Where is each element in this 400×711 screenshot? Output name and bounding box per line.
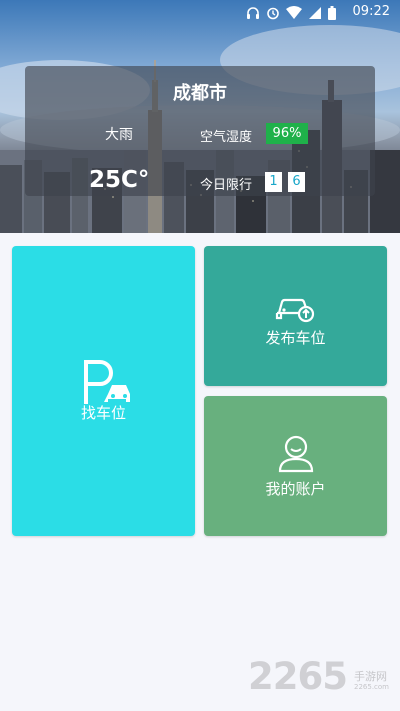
weather-condition: 大雨 [105,127,133,143]
find-parking-label: 找车位 [80,404,126,422]
city-name: 成都市 [173,83,227,104]
weather-card: 成都市 大雨 25C° 空气湿度 96% 今日限行 1 6 [25,66,375,196]
humidity-label: 空气湿度 [200,130,253,145]
watermark-number: 2265 [248,655,348,698]
city-header: 09:22 成都市 大雨 25C° 空气湿度 96% 今日限行 1 6 [0,0,400,233]
parking-car-icon [84,360,130,404]
signal-icon [309,7,321,19]
humidity-badge: 96% [266,123,308,144]
find-parking-tile[interactable]: 找车位 [12,246,195,536]
status-time: 09:22 [352,4,390,19]
headset-icon [247,7,259,19]
watermark-name: 手游网 [354,670,387,683]
battery-icon [328,6,336,20]
watermark-domain: 2265.com [354,683,389,691]
wifi-icon [286,6,302,19]
car-upload-icon [275,298,315,323]
publish-parking-tile[interactable]: 发布车位 [204,246,387,386]
alarm-icon [267,7,279,20]
my-account-label: 我的账户 [265,480,326,498]
publish-parking-label: 发布车位 [265,329,326,347]
temperature: 25C° [89,167,150,193]
restriction-number: 1 [265,172,282,192]
restriction-number: 6 [288,172,305,192]
restriction-label: 今日限行 [200,178,253,193]
my-account-tile[interactable]: 我的账户 [204,396,387,536]
status-bar: 09:22 [0,0,400,26]
user-avatar-icon [278,435,314,473]
